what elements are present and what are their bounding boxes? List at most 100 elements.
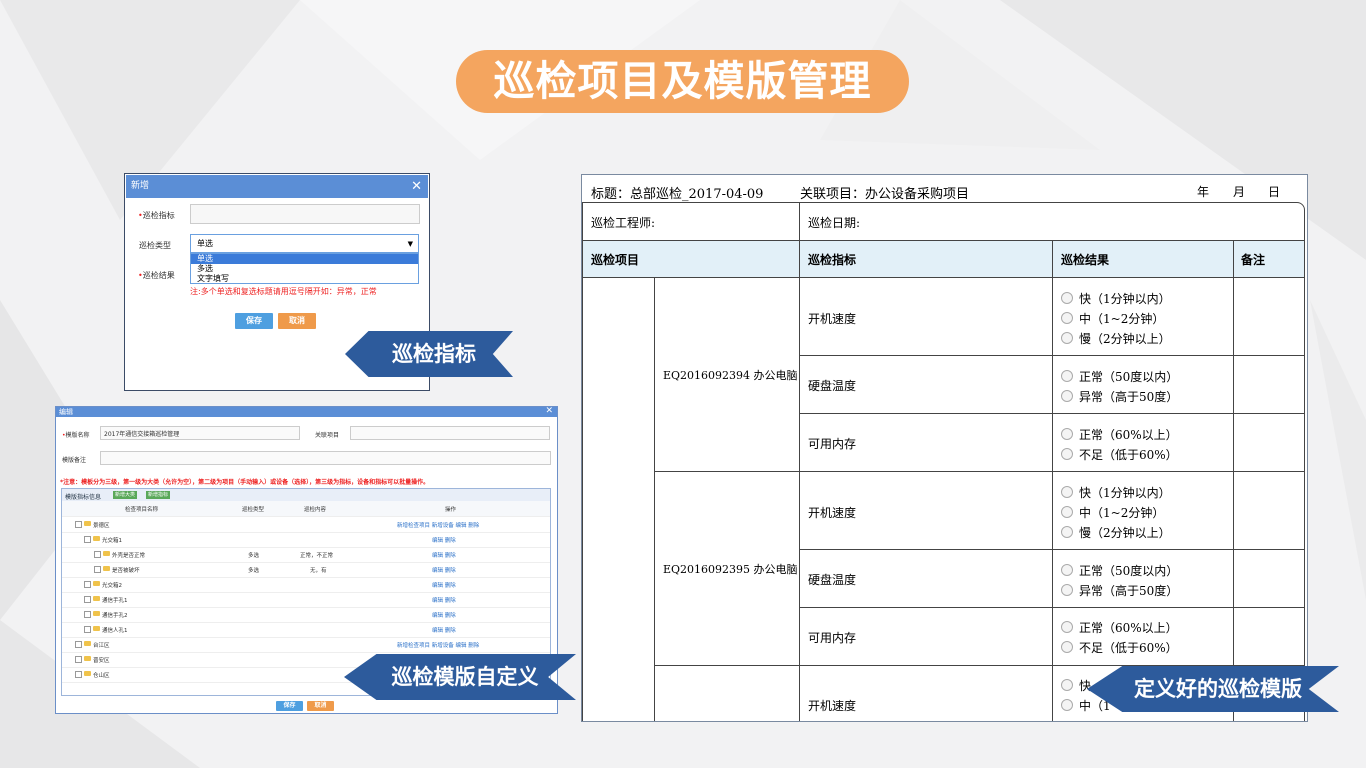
header-band <box>583 240 1304 277</box>
radio-option[interactable]: 中（1~2分钟） <box>1061 504 1164 521</box>
radio-option[interactable]: 正常（50度以内） <box>1061 368 1178 385</box>
table-row[interactable]: 台江区 新增检查项目 新增设备 编辑 删除 <box>62 637 550 653</box>
panel-title: 模版指标信息 <box>65 494 102 501</box>
type-selected-value: 单选 <box>197 239 213 248</box>
radio-icon[interactable] <box>1061 332 1073 344</box>
type-select[interactable]: 单选 ▼ <box>190 234 419 253</box>
table-row[interactable]: 外壳是否正常 多选 正常，不正常 编辑 删除 <box>62 547 550 563</box>
slide-title: 巡检项目及模版管理 <box>456 50 909 113</box>
radio-icon[interactable] <box>1061 312 1073 324</box>
row-ops[interactable]: 新增检查项目 新增设备 编辑 删除 <box>397 521 479 529</box>
template-name-value: 2017年通信交接箱巡检管理 <box>104 431 180 438</box>
checkbox[interactable] <box>94 551 101 558</box>
table-row[interactable]: 光交箱2 编辑 删除 <box>62 577 550 593</box>
radio-option[interactable]: 正常（60%以上） <box>1061 619 1178 636</box>
dialog-title: 编辑 <box>59 408 73 416</box>
close-icon[interactable]: ✕ <box>411 175 422 198</box>
radio-option[interactable]: 快（1分钟以内） <box>1061 290 1171 307</box>
checkbox[interactable] <box>75 671 82 678</box>
radio-icon[interactable] <box>1061 526 1073 538</box>
save-button[interactable]: 保存 <box>235 313 273 329</box>
indicator-speed: 开机速度 <box>808 506 857 520</box>
radio-option[interactable]: 不足（低于60%） <box>1061 446 1178 463</box>
radio-icon[interactable] <box>1061 486 1073 498</box>
close-icon[interactable]: ✕ <box>545 406 553 416</box>
row-content: 无，有 <box>310 568 327 574</box>
table-row[interactable]: 景德区 新增检查项目 新增设备 编辑 删除 <box>62 517 550 533</box>
row-ops[interactable]: 新增检查项目 新增设备 编辑 删除 <box>397 641 479 649</box>
radio-icon[interactable] <box>1061 448 1073 460</box>
radio-option[interactable]: 异常（高于50度） <box>1061 582 1178 599</box>
table-header: 检查项目名称 巡检类型 巡检内容 操作 <box>62 501 550 517</box>
checkbox[interactable] <box>84 581 91 588</box>
col-ops: 操作 <box>445 507 457 513</box>
row-name: 是否被破坏 <box>112 568 140 574</box>
table-row[interactable]: 通信人孔1 编辑 删除 <box>62 622 550 638</box>
checkbox[interactable] <box>84 596 91 603</box>
table-row[interactable]: 通信手孔1 编辑 删除 <box>62 592 550 608</box>
checkbox[interactable] <box>75 521 82 528</box>
row-name: 通信人孔1 <box>102 628 128 634</box>
template-name-input[interactable]: 2017年通信交接箱巡检管理 <box>100 426 300 440</box>
checkbox[interactable] <box>75 641 82 648</box>
row-ops[interactable]: 编辑 删除 <box>432 581 456 589</box>
indicator-input[interactable] <box>190 204 420 224</box>
dialog-header: 编辑 ✕ <box>56 406 557 417</box>
table-row[interactable]: 是否被破坏 多选 无，有 编辑 删除 <box>62 562 550 578</box>
option-multi[interactable]: 多选 <box>191 264 418 274</box>
row-name: 景德区 <box>93 523 110 529</box>
row-ops[interactable]: 编辑 删除 <box>432 536 456 544</box>
header-remark: 备注 <box>1241 253 1266 267</box>
radio-icon[interactable] <box>1061 564 1073 576</box>
radio-option[interactable]: 快（1分钟以内） <box>1061 484 1171 501</box>
radio-option[interactable]: 快 <box>1061 677 1091 694</box>
add-category-button[interactable]: 新增大类 <box>113 491 138 499</box>
radio-option[interactable]: 异常（高于50度） <box>1061 388 1178 405</box>
checkbox[interactable] <box>84 611 91 618</box>
folder-icon <box>93 611 100 616</box>
row-ops[interactable]: 编辑 删除 <box>432 611 456 619</box>
radio-icon[interactable] <box>1061 641 1073 653</box>
row-name: 外壳是否正常 <box>112 553 146 559</box>
form-title: 标题：总部巡检_2017-04-09 <box>591 187 764 202</box>
radio-icon[interactable] <box>1061 390 1073 402</box>
table-row[interactable]: 光交箱1 编辑 删除 <box>62 532 550 548</box>
radio-option[interactable]: 中（1~2分钟） <box>1061 310 1164 327</box>
cancel-button[interactable]: 取消 <box>307 701 334 711</box>
checkbox[interactable] <box>94 566 101 573</box>
radio-icon[interactable] <box>1061 584 1073 596</box>
date-label: 巡检日期: <box>808 216 861 230</box>
related-project-input[interactable] <box>350 426 550 440</box>
save-button[interactable]: 保存 <box>276 701 303 711</box>
option-single[interactable]: 单选 <box>191 254 418 264</box>
table-row[interactable]: 通信手孔2 编辑 删除 <box>62 607 550 623</box>
header-indicator: 巡检指标 <box>808 253 857 267</box>
radio-option[interactable]: 正常（60%以上） <box>1061 426 1178 443</box>
option-text[interactable]: 文字填写 <box>191 274 418 284</box>
radio-option[interactable]: 慢（2分钟以上） <box>1061 330 1171 347</box>
radio-option[interactable]: 慢（2分钟以上） <box>1061 524 1171 541</box>
radio-icon[interactable] <box>1061 699 1073 711</box>
radio-option[interactable]: 正常（50度以内） <box>1061 562 1178 579</box>
row-type: 多选 <box>248 568 260 574</box>
radio-icon[interactable] <box>1061 370 1073 382</box>
row-ops[interactable]: 编辑 删除 <box>432 596 456 604</box>
row-ops[interactable]: 编辑 删除 <box>432 566 456 574</box>
checkbox[interactable] <box>84 626 91 633</box>
row-ops[interactable]: 编辑 删除 <box>432 551 456 559</box>
radio-icon[interactable] <box>1061 506 1073 518</box>
template-remark-input[interactable] <box>100 451 551 465</box>
row-ops[interactable]: 编辑 删除 <box>432 626 456 634</box>
radio-option[interactable]: 不足（低于60%） <box>1061 639 1178 656</box>
radio-icon[interactable] <box>1061 621 1073 633</box>
checkbox[interactable] <box>75 656 82 663</box>
radio-icon[interactable] <box>1061 428 1073 440</box>
checkbox[interactable] <box>84 536 91 543</box>
header-result: 巡检结果 <box>1061 253 1110 267</box>
radio-icon[interactable] <box>1061 679 1073 691</box>
add-indicator-button[interactable]: 新增指标 <box>146 491 171 499</box>
cancel-button[interactable]: 取消 <box>278 313 316 329</box>
folder-icon <box>93 596 100 601</box>
device-name: EQ2016092394 办公电脑 <box>663 369 798 382</box>
radio-icon[interactable] <box>1061 292 1073 304</box>
